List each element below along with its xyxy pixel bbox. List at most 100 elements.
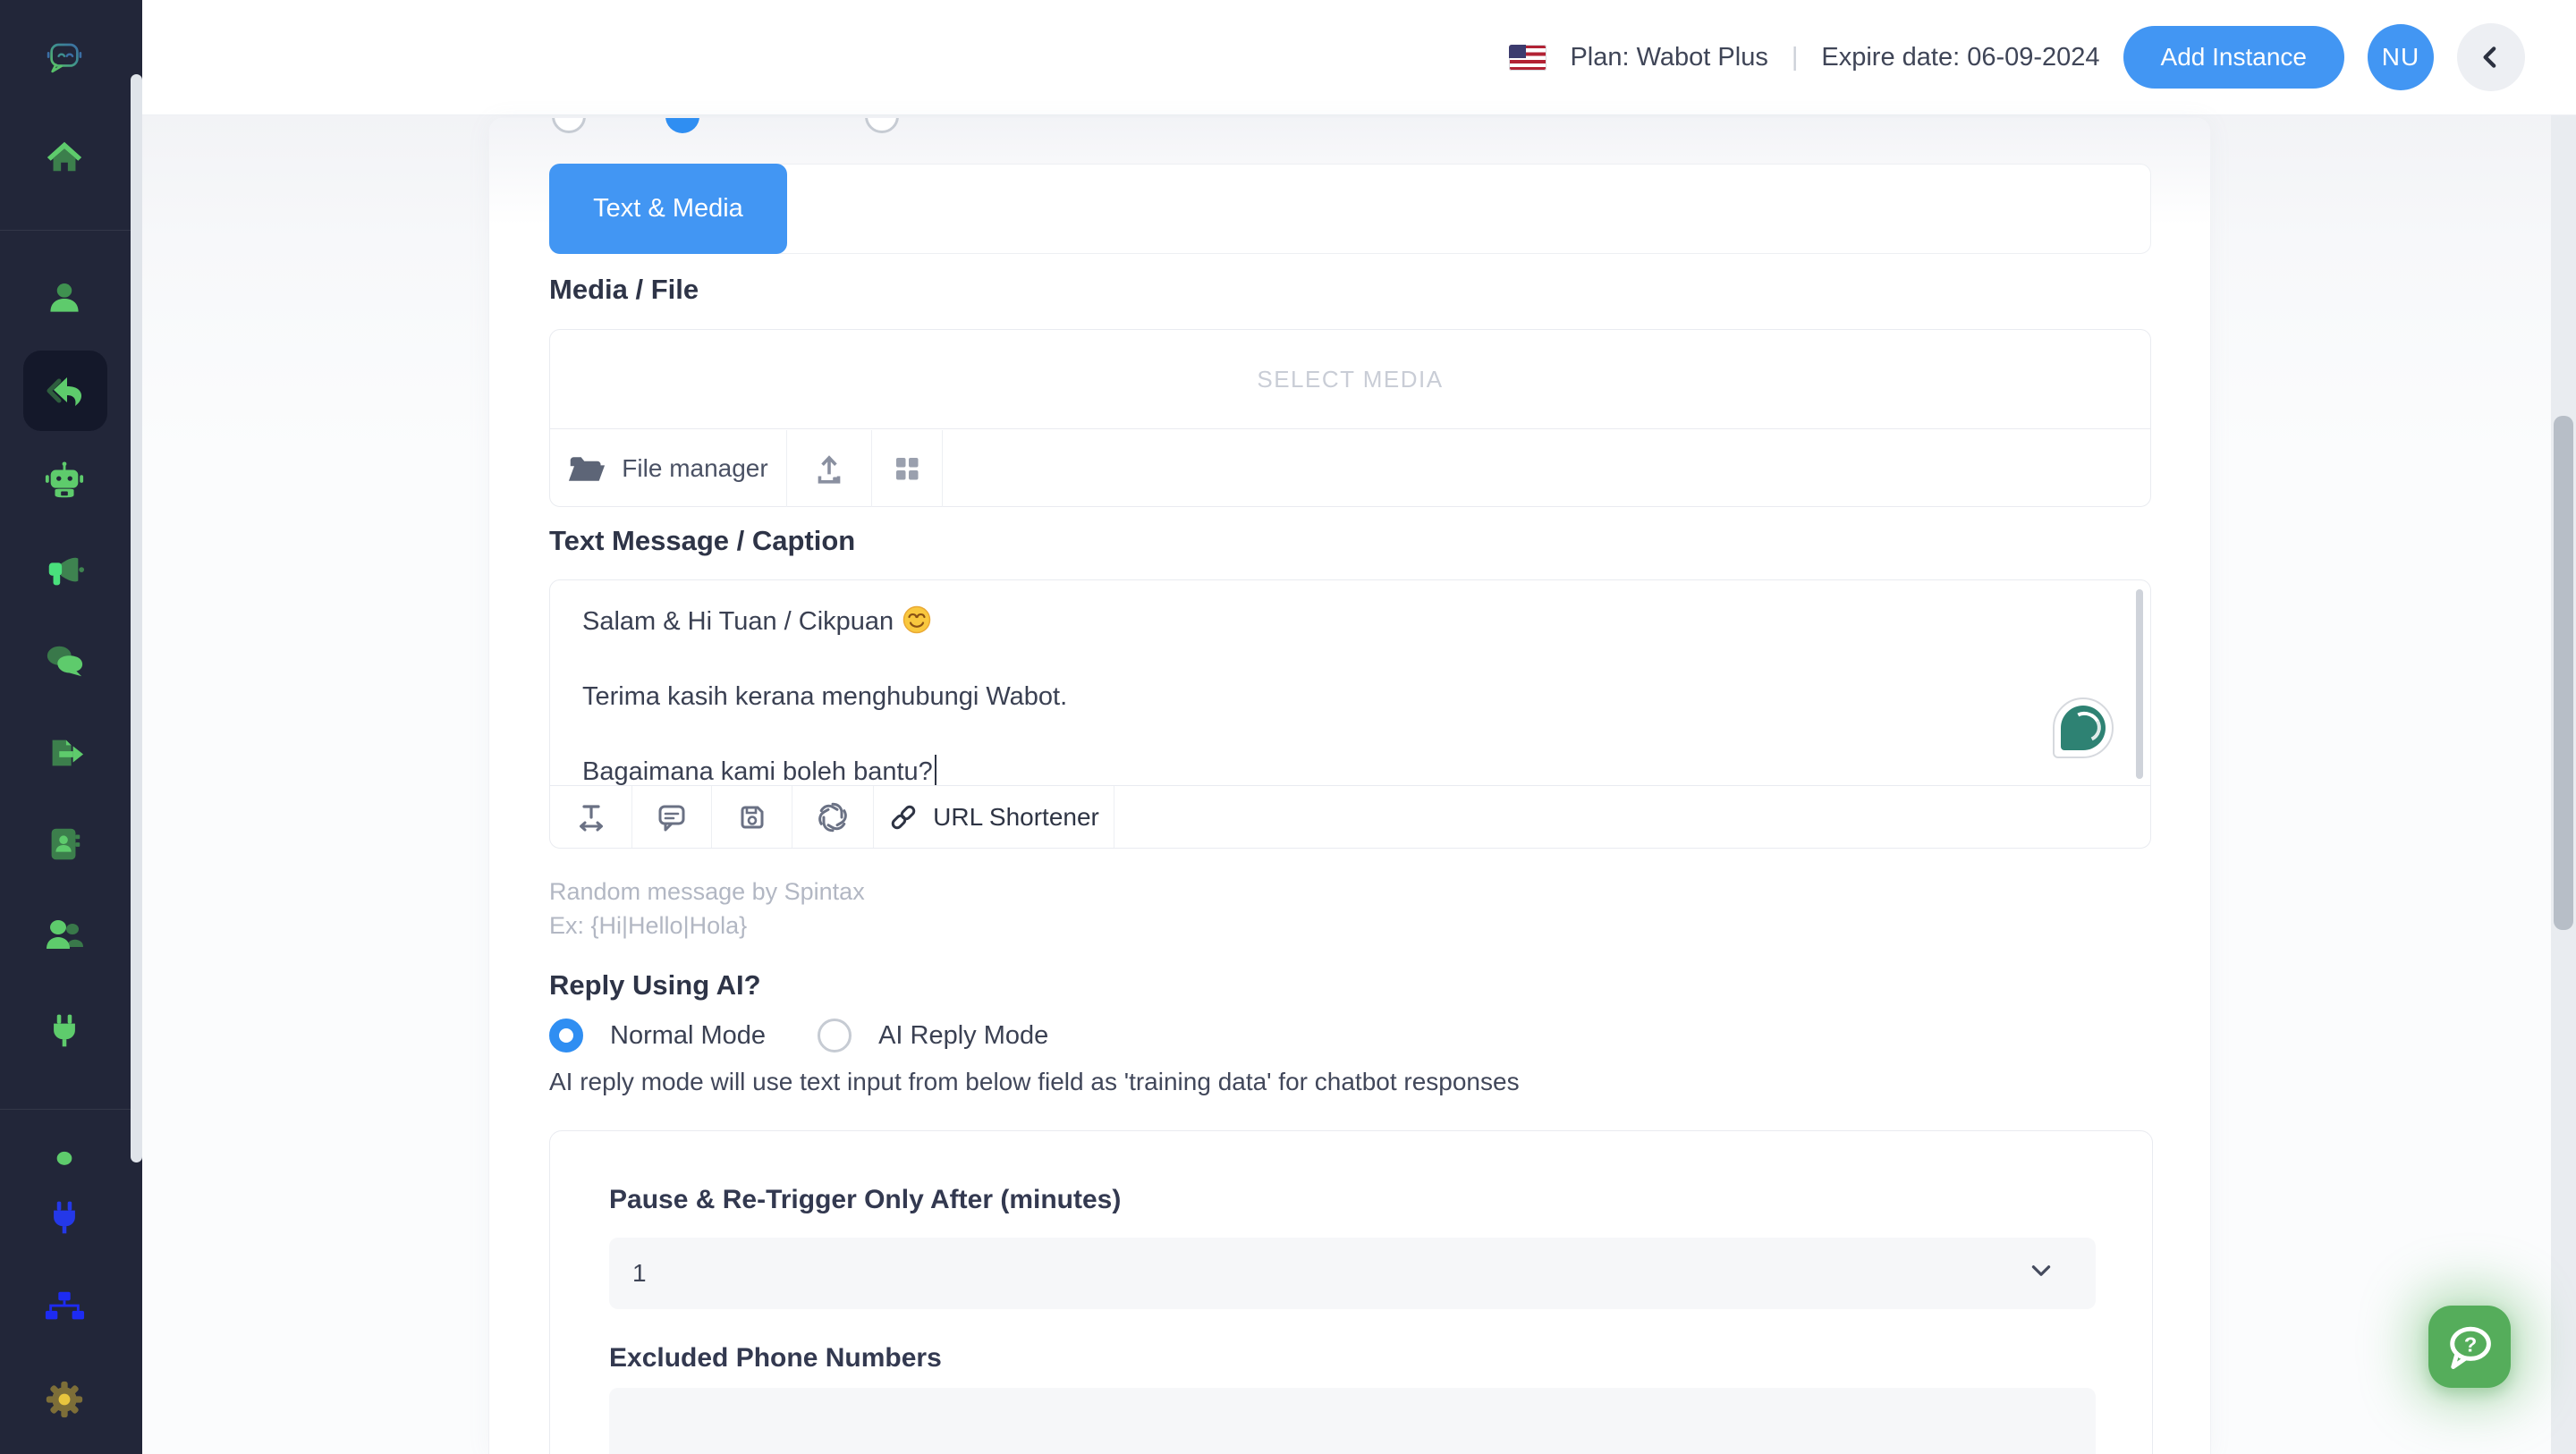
url-shortener-button[interactable]: URL Shortener [874, 786, 1114, 848]
user-avatar[interactable]: NU [2368, 24, 2434, 90]
sidebar-divider [0, 230, 134, 231]
sidebar-item-chats[interactable] [43, 640, 86, 683]
sidebar-item-user[interactable] [43, 277, 86, 320]
sidebar-scrollbar[interactable] [131, 74, 142, 1162]
text-message-heading: Text Message / Caption [549, 525, 855, 557]
sidebar-item-profile-partial[interactable] [43, 1145, 86, 1168]
sidebar-item-settings[interactable] [43, 1378, 86, 1421]
textarea-scrollbar[interactable] [2136, 589, 2143, 779]
url-shortener-label: URL Shortener [933, 803, 1099, 832]
folder-icon [568, 453, 606, 484]
help-bubble-icon: ? [2443, 1320, 2496, 1374]
radio-clipped-3[interactable] [865, 117, 899, 133]
text-cursor [935, 755, 937, 785]
spintax-button[interactable] [550, 786, 632, 848]
media-file-heading: Media / File [549, 274, 699, 306]
tab-text-media[interactable]: Text & Media [549, 164, 787, 254]
normal-mode-label[interactable]: Normal Mode [610, 1021, 766, 1051]
network-icon [44, 1287, 85, 1328]
chat-widget-bubble[interactable] [2053, 697, 2114, 758]
grid-icon [891, 452, 923, 485]
main-content: Text & Media Media / File SELECT MEDIA F… [142, 115, 2551, 1454]
add-instance-button[interactable]: Add Instance [2123, 26, 2344, 89]
media-actions-row: File manager [550, 430, 2150, 507]
radio-ai-reply-mode[interactable] [818, 1019, 852, 1052]
message-textarea[interactable]: Salam & Hi Tuan / Cikpuan Terima kasih k… [550, 580, 2150, 785]
radio-clipped-1[interactable] [552, 117, 586, 133]
top-header: Plan: Wabot Plus | Expire date: 06-09-20… [142, 0, 2576, 115]
people-icon [43, 915, 86, 958]
help-chat-button[interactable]: ? [2428, 1306, 2511, 1388]
plug-icon [45, 1010, 84, 1050]
ai-reply-mode-label[interactable]: AI Reply Mode [878, 1021, 1048, 1051]
emoji-smiling-face [902, 605, 931, 634]
sidebar-item-export[interactable] [43, 732, 86, 775]
trigger-settings-card: Pause & Re-Trigger Only After (minutes) … [549, 1130, 2153, 1454]
sidebar [0, 0, 142, 1454]
header-separator: | [1792, 43, 1799, 72]
user-icon [45, 279, 84, 318]
sidebar-item-chatbot[interactable] [43, 460, 86, 503]
link-icon [888, 802, 919, 833]
pause-retrigger-label: Pause & Re-Trigger Only After (minutes) [609, 1185, 1121, 1215]
radio-clipped-2-selected[interactable] [665, 117, 699, 133]
robot-icon [44, 461, 85, 502]
reply-mode-radio-group: Normal Mode AI Reply Mode [549, 1019, 1048, 1052]
floppy-save-icon [736, 801, 768, 833]
select-media-dropzone[interactable]: SELECT MEDIA [550, 330, 2150, 429]
us-flag-icon[interactable] [1509, 45, 1546, 71]
address-book-icon [44, 824, 85, 865]
wabot-logo-icon[interactable] [43, 27, 86, 91]
plan-label: Plan: Wabot Plus [1570, 43, 1767, 72]
chevron-left-icon [2476, 42, 2506, 72]
openai-icon [816, 800, 850, 834]
chat-widget-logo-icon [2061, 706, 2106, 750]
collapse-button[interactable] [2457, 23, 2525, 91]
sidebar-divider [0, 1109, 134, 1110]
upload-button[interactable] [787, 430, 872, 507]
sidebar-item-address-book[interactable] [43, 823, 86, 866]
person-partial-icon [47, 1146, 82, 1168]
comment-icon [656, 801, 688, 833]
ai-mode-helper-text: AI reply mode will use text input from b… [549, 1068, 1520, 1096]
spintax-hint-example: Ex: {Hi|Hello|Hola} [549, 912, 747, 940]
media-box: SELECT MEDIA File manager [549, 329, 2151, 507]
excluded-phones-label: Excluded Phone Numbers [609, 1343, 942, 1374]
sidebar-item-auto-reply[interactable] [43, 369, 86, 412]
text-width-icon [575, 801, 607, 833]
megaphone-icon [44, 551, 85, 592]
plug-blue-icon [45, 1197, 84, 1237]
chat-bubbles-icon [44, 641, 85, 682]
form-card: Text & Media Media / File SELECT MEDIA F… [488, 117, 2211, 1454]
pause-minutes-value: 1 [632, 1259, 647, 1288]
message-box: Salam & Hi Tuan / Cikpuan Terima kasih k… [549, 579, 2151, 849]
sidebar-item-groups[interactable] [43, 915, 86, 958]
sidebar-item-plug[interactable] [43, 1009, 86, 1052]
media-gallery-button[interactable] [872, 430, 943, 507]
message-toolbar: URL Shortener [550, 785, 2150, 848]
sidebar-item-home[interactable] [43, 135, 86, 178]
message-line: Terima kasih kerana menghubungi Wabot. [582, 677, 2118, 716]
svg-text:?: ? [2464, 1332, 2477, 1356]
file-manager-button[interactable]: File manager [550, 430, 787, 507]
wabot-autoreply-screen: Plan: Wabot Plus | Expire date: 06-09-20… [0, 0, 2576, 1454]
pause-minutes-select[interactable]: 1 [609, 1238, 2096, 1309]
sidebar-item-broadcast[interactable] [43, 550, 86, 593]
expire-date-label: Expire date: 06-09-2024 [1821, 43, 2099, 72]
page-scrollbar-thumb[interactable] [2554, 416, 2573, 930]
chevron-down-icon [2028, 1257, 2055, 1290]
home-icon [44, 136, 85, 177]
file-manager-label: File manager [622, 454, 767, 483]
excluded-phones-input[interactable] [609, 1388, 2096, 1454]
chatgpt-ai-button[interactable] [792, 786, 874, 848]
message-type-tabbar: Text & Media [549, 164, 2151, 254]
message-template-button[interactable] [632, 786, 712, 848]
gear-icon [45, 1380, 84, 1419]
sidebar-item-plug-blue[interactable] [43, 1196, 86, 1238]
spintax-hint-title: Random message by Spintax [549, 878, 865, 906]
upload-icon [812, 452, 846, 486]
save-button[interactable] [712, 786, 792, 848]
message-line: Bagaimana kami boleh bantu? [582, 752, 2118, 785]
radio-normal-mode[interactable] [549, 1019, 583, 1052]
sidebar-item-network[interactable] [43, 1286, 86, 1329]
